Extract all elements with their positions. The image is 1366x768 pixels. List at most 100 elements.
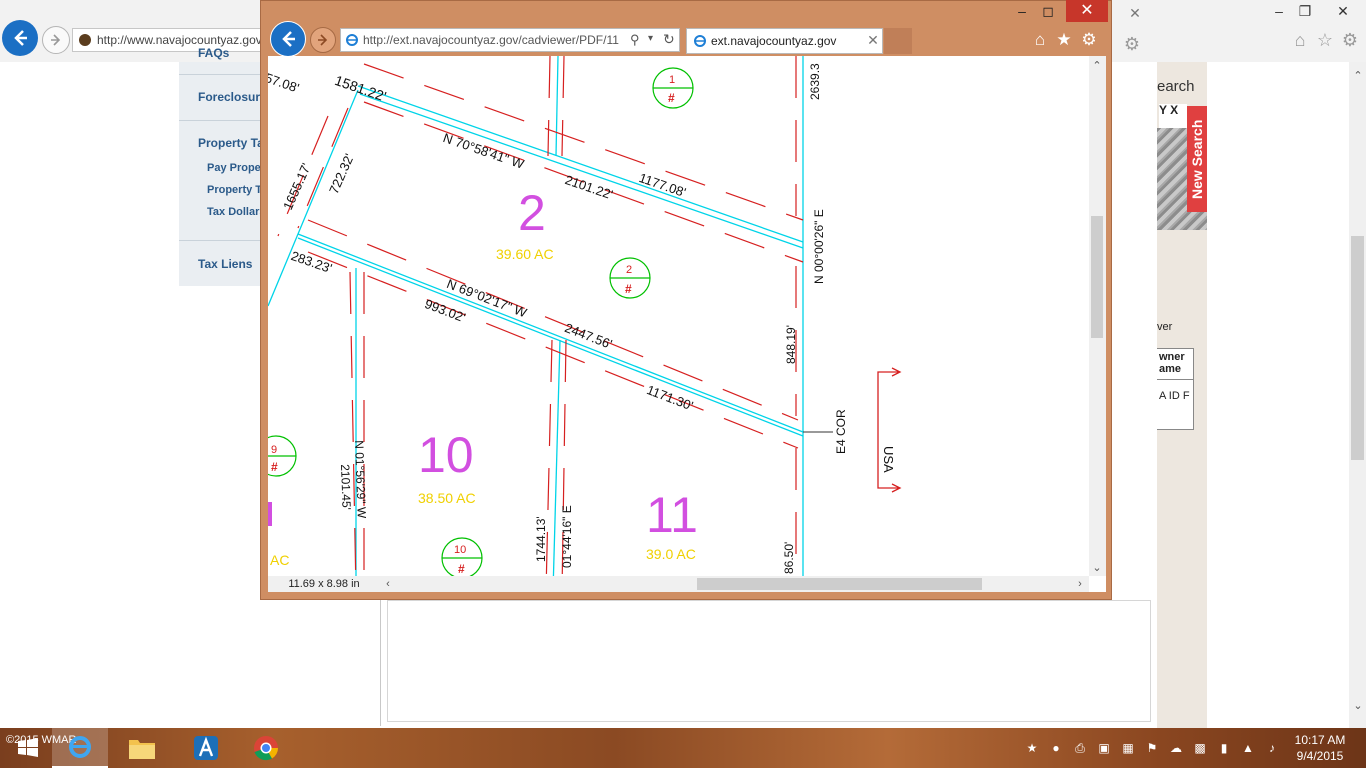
boundary-lines (268, 56, 804, 592)
forward-arrow-icon (318, 34, 328, 46)
close-button[interactable]: ✕ (1320, 0, 1366, 22)
ie-logo-icon (694, 35, 706, 47)
favorites-star-icon[interactable]: ☆ (1315, 30, 1335, 50)
parcel-number[interactable]: 2 (518, 184, 546, 242)
popup-forward-button[interactable] (310, 27, 336, 53)
app-a-icon (194, 736, 218, 760)
settings-gear-icon-partial[interactable]: ⚙ (1122, 34, 1142, 54)
scroll-up-icon[interactable]: ⌃ (1089, 58, 1105, 74)
parcel-acres: 39.60 AC (496, 246, 554, 262)
clock-date: 9/4/2015 (1296, 749, 1344, 763)
taskbar-chrome[interactable] (238, 728, 294, 768)
printer-icon[interactable]: ⎙ (1072, 740, 1088, 756)
tray-icon[interactable]: ▦ (1120, 740, 1136, 756)
page-scrollbar-thumb[interactable] (1351, 236, 1364, 460)
taskbar-internet-explorer[interactable] (52, 728, 108, 768)
back-arrow-icon (282, 31, 295, 47)
hidden-close-button[interactable]: ✕ (1112, 2, 1158, 24)
parcel-acres: 38.50 AC (418, 490, 476, 506)
marker-symbol: # (271, 460, 278, 474)
sidebar-link-faqs[interactable]: FAQs (198, 46, 229, 60)
marker-number: 1 (669, 74, 676, 86)
corner-label: E4 COR (834, 409, 848, 454)
file-explorer-icon (129, 740, 155, 759)
home-icon[interactable]: ⌂ (1030, 30, 1050, 50)
usa-label: USA (881, 446, 896, 473)
refresh-icon[interactable]: ↻ (663, 31, 675, 48)
volume-icon[interactable]: ♪ (1264, 740, 1280, 756)
popup-address-bar[interactable]: http://ext.navajocountyaz.gov/cadviewer/… (340, 28, 680, 52)
bearing-label: 01°44'16" E (560, 505, 574, 568)
scroll-right-icon[interactable]: › (1072, 576, 1088, 592)
parcel-number[interactable]: 10 (418, 426, 474, 484)
new-search-button[interactable]: New Search (1187, 106, 1207, 212)
ie-logo-icon (346, 34, 358, 46)
usa-bracket (877, 367, 902, 493)
pdf-map-viewer[interactable]: 1581.22' N 70°58'41" W 2101.22' 1177.08'… (268, 56, 1106, 592)
background-address-bar[interactable]: http://www.navajocountyaz.gov (72, 28, 274, 52)
viewer-vertical-scroll-thumb[interactable] (1091, 216, 1103, 338)
bearing-label: 86.50' (782, 541, 796, 574)
bearing-label: 2639.3 (808, 63, 822, 100)
tray-icon[interactable]: ★ (1024, 740, 1040, 756)
scroll-left-icon[interactable]: ‹ (380, 576, 396, 592)
battery-icon[interactable]: ▮ (1216, 740, 1232, 756)
home-icon[interactable]: ⌂ (1290, 30, 1310, 50)
owner-label: ver (1157, 321, 1173, 333)
address-text: http://www.navajocountyaz.gov (97, 33, 262, 47)
parcel-acres: 39.0 AC (646, 546, 696, 562)
settings-gear-icon[interactable]: ⚙ (1079, 30, 1099, 50)
search-icon[interactable]: ⚲ (630, 32, 640, 48)
coordinate-tool-icon[interactable]: Y X (1159, 104, 1187, 128)
marker-number: 2 (626, 264, 633, 276)
favorites-star-icon[interactable]: ★ (1054, 30, 1074, 50)
back-arrow-icon (14, 30, 27, 46)
sidebar-sublink-tax-dollars[interactable]: Tax Dollars (207, 206, 266, 218)
internet-explorer-icon (69, 736, 91, 758)
dropdown-arrow-icon[interactable]: ▾ (648, 33, 653, 44)
back-button[interactable] (2, 20, 38, 56)
bearing-label: 848.19' (784, 325, 798, 364)
tray-icon[interactable]: ▩ (1192, 740, 1208, 756)
clock[interactable]: 10:17 AM 9/4/2015 (1290, 732, 1350, 764)
tray-icon[interactable]: ● (1048, 740, 1064, 756)
owner-cell[interactable]: A ID F (1157, 380, 1193, 403)
tab-close-icon[interactable]: ✕ (866, 32, 880, 48)
parcel-number-partial (268, 502, 272, 526)
network-signal-icon[interactable]: ▲ (1240, 740, 1256, 756)
taskbar-file-explorer[interactable] (114, 728, 170, 768)
forward-button[interactable] (42, 26, 70, 54)
marker-symbol: # (668, 91, 675, 105)
scroll-down-icon[interactable]: ⌄ (1089, 560, 1105, 576)
taskbar-app-a[interactable] (178, 728, 234, 768)
popup-maximize-button[interactable]: ◻ (1034, 0, 1062, 22)
display-icon[interactable]: ▣ (1096, 740, 1112, 756)
chrome-icon (254, 736, 279, 761)
bearing-label: 2101.45' (338, 464, 354, 511)
sidebar-link-tax-liens[interactable]: Tax Liens (198, 257, 252, 271)
scroll-down-icon[interactable]: ⌄ (1350, 698, 1366, 714)
popup-address-text: http://ext.navajocountyaz.gov/cadviewer/… (363, 33, 619, 47)
marker-number: 9 (271, 444, 278, 456)
popup-tab[interactable]: ext.navajocountyaz.gov (686, 28, 883, 54)
popup-close-button[interactable]: ✕ (1066, 0, 1108, 22)
popup-back-button[interactable] (270, 21, 306, 57)
viewer-horizontal-scroll-thumb[interactable] (697, 578, 982, 590)
marker-symbol: # (458, 562, 465, 576)
tab-title: ext.navajocountyaz.gov (711, 34, 837, 48)
flag-icon[interactable]: ⚑ (1144, 740, 1160, 756)
parcel-number[interactable]: 11 (646, 486, 698, 544)
page-size-label: 11.69 x 8.98 in (268, 576, 380, 592)
new-tab-button[interactable] (884, 28, 912, 54)
owner-table: wner ame A ID F (1157, 348, 1194, 430)
start-button[interactable] (0, 728, 56, 768)
marker-symbol: # (625, 282, 632, 296)
clock-time: 10:17 AM (1294, 733, 1346, 747)
popup-minimize-button[interactable]: – (1008, 0, 1036, 22)
cloud-icon[interactable]: ☁ (1168, 740, 1184, 756)
scroll-up-icon[interactable]: ⌃ (1350, 68, 1366, 84)
owner-column-header: wner ame (1157, 349, 1193, 380)
search-header: earch (1157, 78, 1195, 95)
settings-gear-icon[interactable]: ⚙ (1340, 30, 1360, 50)
bearing-label: N 00°00'26" E (812, 209, 826, 284)
